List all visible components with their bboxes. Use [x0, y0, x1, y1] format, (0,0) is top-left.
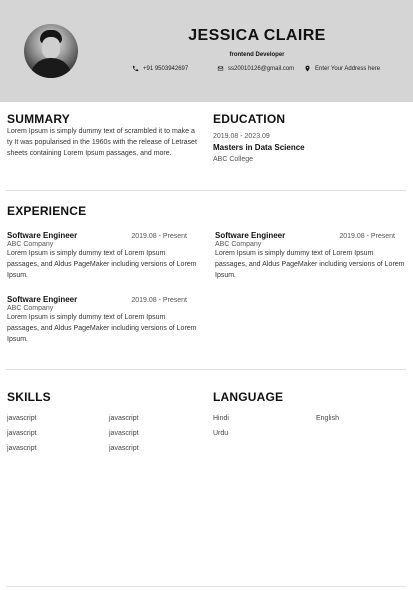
- experience-item: Software Engineer 2019.08 - Present ABC …: [7, 231, 197, 281]
- location-pin-icon: [305, 65, 310, 72]
- language-item: Urdu: [213, 430, 229, 437]
- language-item: English: [316, 415, 339, 422]
- resume-header: JESSICA CLAIRE frontend Developer +91 95…: [0, 0, 413, 102]
- job-company: ABC Company: [215, 241, 262, 248]
- avatar-shirt: [30, 58, 72, 78]
- skill-item: javascript: [109, 415, 139, 422]
- job-title: Software Engineer: [7, 295, 78, 304]
- education-degree: Masters in Data Science: [213, 143, 305, 152]
- job-description: Lorem Ipsum is simply dummy text of Lore…: [7, 250, 197, 279]
- experience-item-header: Software Engineer 2019.08 - Present: [215, 231, 395, 240]
- education-date: 2019.08 - 2023.09: [213, 133, 270, 140]
- page-bottom-divider: [6, 586, 406, 587]
- email-contact: ss20010126@gmail.com: [217, 65, 294, 72]
- skill-item: javascript: [109, 430, 139, 437]
- job-date: 2019.08 - Present: [339, 233, 395, 240]
- job-date: 2019.08 - Present: [131, 233, 187, 240]
- job-title: Software Engineer: [215, 231, 286, 240]
- address-text: Enter Your Address here: [315, 65, 381, 72]
- section-divider: [6, 369, 406, 370]
- candidate-role: frontend Developer: [229, 52, 285, 58]
- skill-item: javascript: [7, 445, 37, 452]
- avatar-face: [42, 37, 60, 59]
- language-title: LANGUAGE: [213, 390, 284, 404]
- profile-avatar: [24, 24, 78, 78]
- phone-icon: [132, 65, 139, 72]
- skills-title: SKILLS: [7, 390, 51, 404]
- summary-text: Lorem Ipsum is simply dummy text of scra…: [7, 128, 197, 157]
- experience-title: EXPERIENCE: [7, 204, 87, 218]
- envelope-icon: [217, 66, 224, 71]
- job-title: Software Engineer: [7, 231, 78, 240]
- job-date: 2019.08 - Present: [131, 297, 187, 304]
- phone-number: +91 9503942697: [143, 65, 189, 72]
- section-divider: [6, 190, 406, 191]
- experience-item-header: Software Engineer 2019.08 - Present: [7, 295, 187, 304]
- skill-item: javascript: [109, 445, 139, 452]
- experience-item-header: Software Engineer 2019.08 - Present: [7, 231, 187, 240]
- experience-item: Software Engineer 2019.08 - Present ABC …: [7, 295, 197, 345]
- skill-item: javascript: [7, 415, 37, 422]
- job-company: ABC Company: [7, 305, 54, 312]
- education-title: EDUCATION: [213, 112, 286, 126]
- skill-item: javascript: [7, 430, 37, 437]
- address-contact: Enter Your Address here: [304, 65, 380, 72]
- education-college: ABC College: [213, 156, 254, 163]
- candidate-name: JESSICA CLAIRE: [188, 27, 326, 44]
- summary-title: SUMMARY: [7, 112, 70, 126]
- phone-contact: +91 9503942697: [132, 65, 188, 72]
- language-item: Hindi: [213, 415, 229, 422]
- job-company: ABC Company: [7, 241, 54, 248]
- email-address: ss20010126@gmail.com: [228, 65, 295, 72]
- experience-item: Software Engineer 2019.08 - Present ABC …: [215, 231, 405, 281]
- job-description: Lorem Ipsum is simply dummy text of Lore…: [7, 314, 197, 343]
- job-description: Lorem Ipsum is simply dummy text of Lore…: [215, 250, 405, 279]
